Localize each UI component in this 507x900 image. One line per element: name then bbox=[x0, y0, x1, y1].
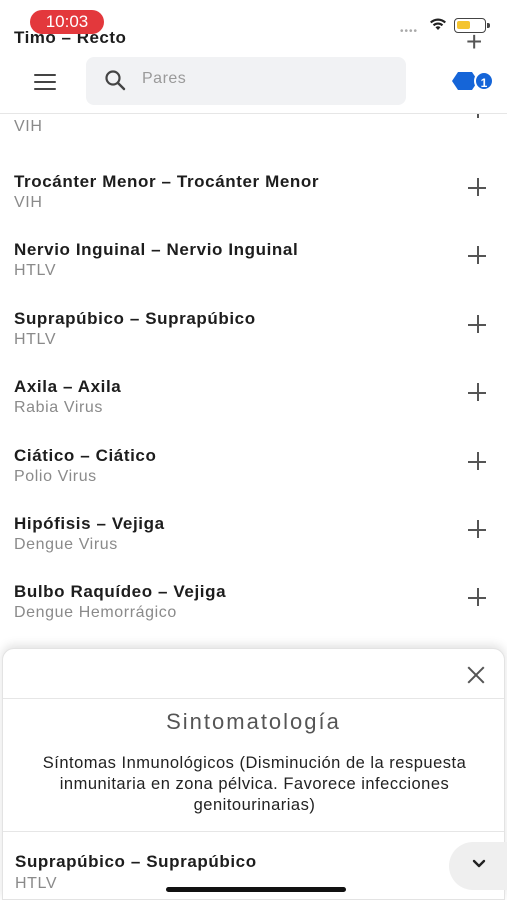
wifi-icon bbox=[430, 18, 446, 30]
list-item[interactable]: Hipófisis – Vejiga Dengue Virus bbox=[0, 503, 507, 571]
list-item-subtitle: HTLV bbox=[14, 330, 57, 348]
list-item-title: Nervio Inguinal – Nervio Inguinal bbox=[14, 240, 299, 260]
divider bbox=[3, 831, 504, 832]
list-item-subtitle: VIH bbox=[14, 194, 43, 211]
app-header: 1 bbox=[0, 52, 507, 114]
battery-icon bbox=[454, 18, 490, 33]
list-item-title: Trocánter Menor – Trocánter Menor bbox=[14, 172, 320, 191]
signal-icon: •••• bbox=[400, 26, 419, 37]
list-item-title: Hipófisis – Vejiga bbox=[14, 513, 165, 533]
selected-pair-title: Suprapúbico – Suprapúbico bbox=[15, 852, 257, 871]
list-item[interactable]: Ciático – Ciático Polio Virus bbox=[0, 435, 507, 503]
notification-badge: 1 bbox=[474, 71, 494, 91]
list-item[interactable]: Nervio Inguinal – Nervio Inguinal HTLV bbox=[0, 229, 507, 297]
add-icon[interactable] bbox=[466, 518, 490, 542]
list-item[interactable]: Bulbo Raquídeo – Vejiga Dengue Hemorrági… bbox=[0, 571, 507, 639]
status-time: 10:03 bbox=[30, 10, 104, 34]
selected-pair-subtitle: HTLV bbox=[15, 875, 58, 892]
list-item-subtitle: Dengue Virus bbox=[14, 535, 118, 553]
list-item-title: Suprapúbico – Suprapúbico bbox=[14, 308, 256, 328]
list-item-subtitle: Dengue Hemorrágico bbox=[14, 604, 177, 622]
menu-icon[interactable] bbox=[34, 74, 56, 90]
status-bar: 10:03 •••• bbox=[0, 0, 507, 40]
sheet-title: Sintomatología bbox=[166, 709, 341, 734]
add-icon[interactable] bbox=[466, 313, 490, 337]
pairs-list: VIH Trocánter Menor – Trocánter Menor VI… bbox=[0, 100, 507, 640]
chevron-down-icon bbox=[472, 859, 486, 868]
add-icon[interactable] bbox=[466, 176, 490, 200]
list-item[interactable]: Suprapúbico – Suprapúbico HTLV bbox=[0, 298, 507, 366]
add-icon[interactable] bbox=[466, 586, 490, 610]
search-icon bbox=[105, 70, 126, 91]
home-indicator[interactable] bbox=[166, 887, 346, 892]
list-item-title: Bulbo Raquídeo – Vejiga bbox=[14, 582, 227, 602]
close-icon[interactable] bbox=[466, 665, 486, 685]
list-item-title: Ciático – Ciático bbox=[14, 445, 157, 465]
list-item-subtitle: Rabia Virus bbox=[14, 399, 104, 417]
list-item[interactable]: VIH bbox=[0, 100, 507, 161]
divider bbox=[3, 698, 504, 699]
sheet-description: Síntomas Inmunológicos (Disminución de l… bbox=[42, 754, 467, 814]
list-item-subtitle: Polio Virus bbox=[14, 467, 97, 485]
add-icon[interactable] bbox=[466, 450, 490, 474]
list-item[interactable]: Axila – Axila Rabia Virus bbox=[0, 366, 507, 434]
list-item[interactable]: Trocánter Menor – Trocánter Menor VIH bbox=[0, 161, 507, 229]
list-item-title: Axila – Axila bbox=[14, 377, 122, 397]
expand-button[interactable] bbox=[449, 842, 507, 890]
search-input[interactable] bbox=[142, 70, 392, 88]
add-icon[interactable] bbox=[466, 244, 490, 268]
symptoms-sheet: Sintomatología Síntomas Inmunológicos (D… bbox=[2, 648, 507, 900]
list-item-subtitle: HTLV bbox=[14, 262, 57, 280]
list-item-subtitle: VIH bbox=[14, 118, 43, 135]
add-icon[interactable] bbox=[466, 381, 490, 405]
